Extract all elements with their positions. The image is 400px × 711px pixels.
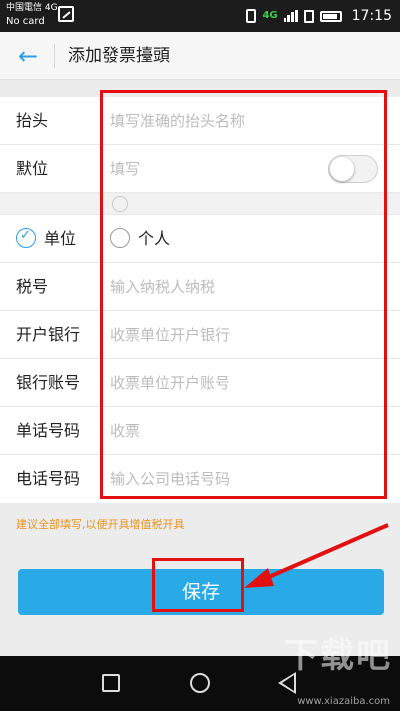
- arrow-left-icon[interactable]: ←: [14, 42, 42, 70]
- page-title: 添加發票擡頭: [68, 46, 170, 66]
- battery-icon: [319, 10, 342, 22]
- account-label: 银行账号: [16, 373, 81, 392]
- watermark-url: www.xiazaiba.com: [297, 696, 390, 707]
- home-icon[interactable]: [190, 673, 210, 693]
- clock: 17:15: [351, 8, 392, 24]
- vibrate-icon: [246, 9, 257, 23]
- status-bar: 中国電信 4G No card 4G 17:15: [0, 0, 400, 32]
- phone-label: 电话号码: [16, 469, 81, 488]
- title-label: 抬头: [16, 111, 49, 130]
- header-divider: [54, 44, 55, 68]
- recent-apps-icon[interactable]: [102, 674, 120, 692]
- type-option-unit[interactable]: 单位: [44, 227, 76, 251]
- address-label: 单话号码: [16, 421, 81, 440]
- carrier-text: 中国電信 4G: [6, 3, 58, 13]
- watermark-logo: 下载吧: [284, 636, 392, 676]
- tax-id-label: 税号: [16, 277, 49, 296]
- sim-icon: [303, 9, 314, 23]
- carrier-label: 中国電信 4G: [6, 2, 58, 14]
- default-label: 默位: [16, 159, 49, 178]
- form-hint: 建议全部填写,以便开具增值税开具: [16, 518, 185, 531]
- network-badge: 4G: [262, 10, 278, 21]
- annotation-box-form: [100, 90, 387, 499]
- bank-label: 开户银行: [16, 325, 81, 344]
- header-bar: ← 添加發票擡頭: [0, 32, 400, 80]
- sim-status: No card: [6, 16, 45, 27]
- annotation-box-save: [152, 558, 244, 612]
- annotation-arrow-icon: [244, 523, 389, 588]
- status-icons: 4G 17:15: [246, 0, 392, 32]
- image-icon: [58, 6, 74, 22]
- signal-icon: [283, 10, 298, 22]
- radio-unit-icon[interactable]: [16, 228, 36, 248]
